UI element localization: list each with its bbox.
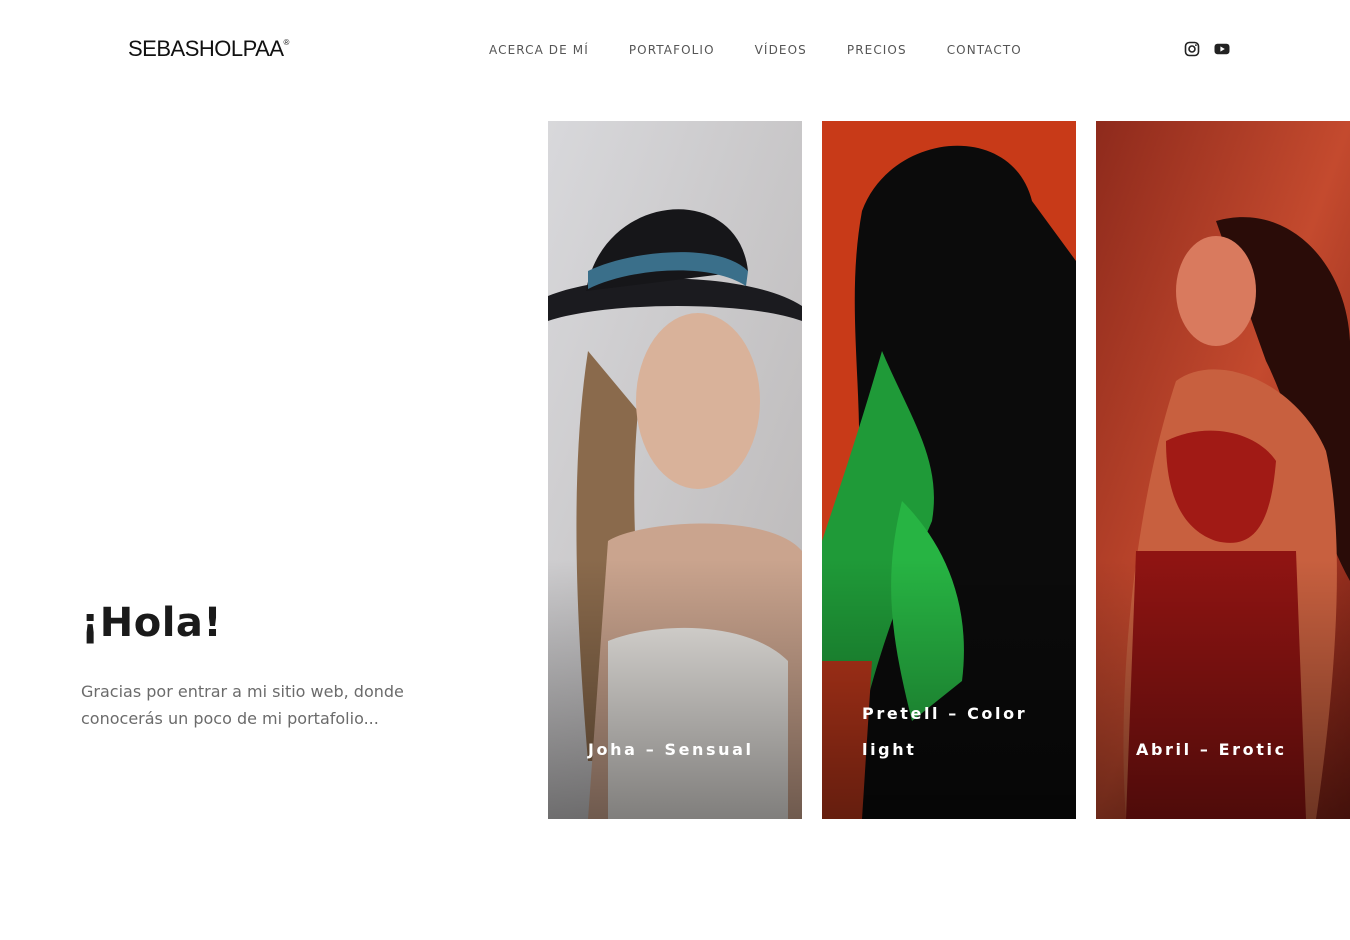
gallery-card-abril[interactable]: Abril – Erotic [1096, 121, 1350, 819]
hero-title: ¡Hola! [81, 600, 223, 646]
card-caption: Pretell – Color light [862, 704, 1028, 759]
social-links [1184, 41, 1230, 57]
caption-overlay [1096, 559, 1350, 819]
logo-text: SEBASHOLPAA [128, 36, 284, 61]
site-logo[interactable]: SEBASHOLPAA® [128, 36, 289, 62]
nav-item-about[interactable]: ACERCA DE MÍ [489, 43, 589, 57]
youtube-icon[interactable] [1214, 41, 1230, 57]
hero-description: Gracias por entrar a mi sitio web, donde… [81, 682, 404, 728]
nav-item-prices[interactable]: PRECIOS [847, 43, 907, 57]
nav-item-contact[interactable]: CONTACTO [947, 43, 1022, 57]
card-caption: Joha – Sensual [588, 740, 754, 759]
main-nav: ACERCA DE MÍ PORTAFOLIO VÍDEOS PRECIOS C… [489, 43, 1062, 57]
caption-overlay [548, 559, 802, 819]
caption-overlay [822, 559, 1076, 819]
logo-registered-mark: ® [283, 38, 290, 47]
instagram-icon[interactable] [1184, 41, 1200, 57]
card-caption: Abril – Erotic [1136, 740, 1287, 759]
gallery-card-joha[interactable]: Joha – Sensual [548, 121, 802, 819]
nav-item-videos[interactable]: VÍDEOS [755, 43, 807, 57]
nav-item-portfolio[interactable]: PORTAFOLIO [629, 43, 715, 57]
gallery-card-pretell[interactable]: Pretell – Color light [822, 121, 1076, 819]
